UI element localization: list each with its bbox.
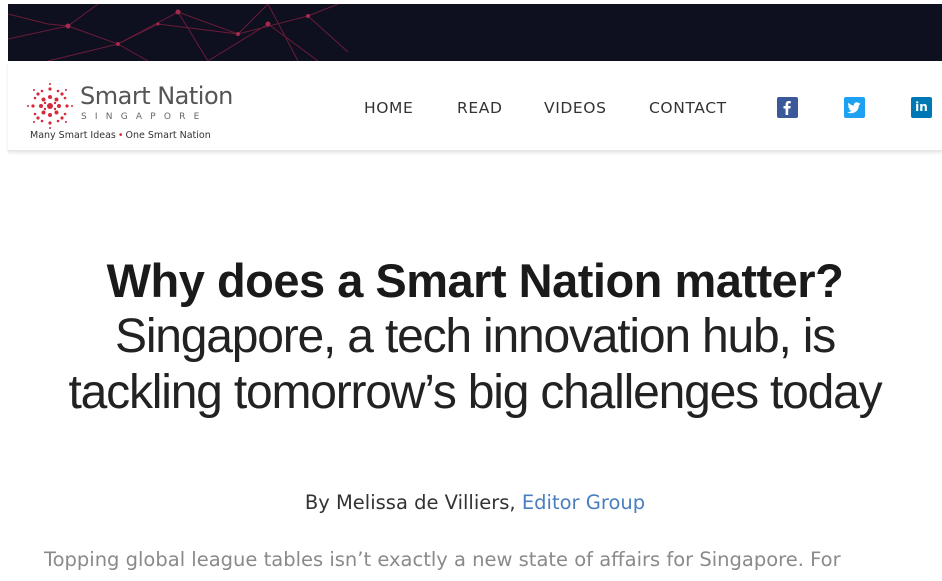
article: Why does a Smart Nation matter? Singapor… <box>8 151 942 581</box>
article-headline: Why does a Smart Nation matter? <box>106 254 844 307</box>
logo-tagline: Many Smart Ideas • One Smart Nation <box>30 130 211 142</box>
nav-contact[interactable]: CONTACT <box>649 99 727 117</box>
network-lines-decoration <box>8 4 349 61</box>
site-logo[interactable]: Smart Nation SINGAPORE Many Smart Ideas •… <box>26 81 246 145</box>
tagline-left: Many Smart Ideas <box>30 130 116 141</box>
logo-title: Smart Nation <box>80 82 233 110</box>
article-subheadline: Singapore, a tech innovation hub, is tac… <box>68 310 883 419</box>
tagline-separator: • <box>117 130 124 141</box>
byline-editor-link[interactable]: Editor Group <box>522 491 645 514</box>
nav-home[interactable]: HOME <box>364 99 413 117</box>
tagline-right: One Smart Nation <box>125 130 211 141</box>
navbar: Smart Nation SINGAPORE Many Smart Ideas •… <box>8 61 942 151</box>
nav-videos[interactable]: VIDEOS <box>544 99 607 117</box>
logo-subtitle: SINGAPORE <box>81 112 208 122</box>
article-body-paragraph: Topping global league tables isn’t exact… <box>44 548 841 571</box>
header-banner <box>8 4 942 61</box>
page: Smart Nation SINGAPORE Many Smart Ideas •… <box>0 0 942 581</box>
dotted-circle-logo-icon <box>27 83 73 129</box>
twitter-icon[interactable] <box>844 97 865 118</box>
facebook-icon[interactable] <box>777 97 798 118</box>
linkedin-icon[interactable]: in <box>911 97 932 118</box>
byline-author: By Melissa de Villiers, <box>304 491 516 514</box>
article-byline: By Melissa de Villiers, Editor Group <box>8 491 942 515</box>
nav-read[interactable]: READ <box>457 99 503 117</box>
